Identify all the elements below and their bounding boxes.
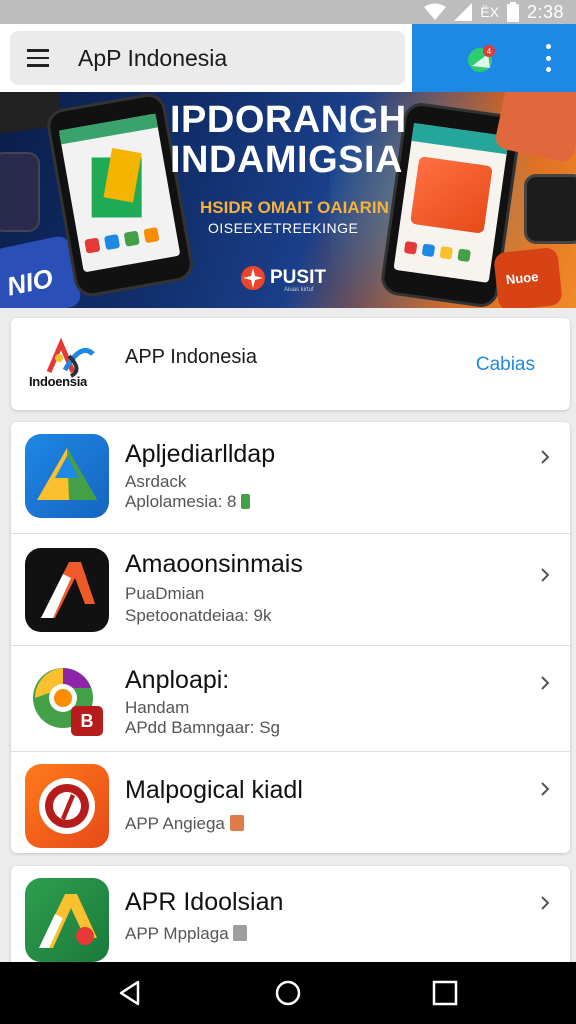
banner-subtitle: HSIDR OMAIT OAIARIN: [200, 198, 389, 217]
promo-banner[interactable]: NIO Nuoe IPDORANGH INDAMIGSIA HSIDR OMAI…: [0, 92, 576, 308]
app-title: APR Idoolsian: [125, 888, 284, 916]
chevron-right-icon: [541, 782, 550, 796]
list-item[interactable]: Apljediarlldap Asrdack Aplolamesia: 8: [11, 422, 570, 534]
app-indonesia-logo-icon: [46, 337, 95, 378]
system-nav-bar: [0, 962, 576, 1024]
title-bar[interactable]: ApP Indonesia: [10, 31, 405, 85]
shield-app-icon: [25, 764, 109, 848]
app-subtitle: Asrdack: [125, 472, 187, 491]
battery-icon: [506, 2, 519, 22]
app-meta: Aplolamesia: 8: [125, 492, 251, 512]
banner-tile-right-mid: [524, 174, 576, 244]
banner-title-line2: INDAMIGSIA: [170, 139, 403, 181]
app-list-secondary: APR Idoolsian APP Mpplaga: [11, 866, 570, 976]
home-icon[interactable]: [274, 979, 302, 1007]
green-a-app-icon: [25, 878, 109, 962]
app-meta: APdd Bamngaar: Sg: [125, 718, 280, 737]
brand-burst-icon: [241, 266, 265, 290]
wifi-icon: [424, 3, 447, 20]
app-subtitle: Handam: [125, 698, 190, 717]
app-title: Amaoonsinmais: [125, 550, 303, 578]
app-title: Anploapi:: [125, 666, 230, 694]
status-time: 2:38: [526, 1, 564, 22]
list-item[interactable]: Malpogical kiadl APP Angiega: [11, 752, 570, 853]
back-icon[interactable]: [116, 979, 144, 1007]
featured-action-button[interactable]: Cabias: [476, 354, 535, 376]
app-title: Apljediarlldap: [125, 440, 276, 468]
chevron-right-icon: [541, 450, 550, 464]
app-bar: ApP Indonesia 4: [0, 24, 576, 92]
app-subtitle: APP Angiega: [125, 814, 244, 834]
chevron-right-icon: [541, 676, 550, 690]
chrome-like-app-icon: B: [25, 658, 109, 742]
banner-brand-text: PUSIT: [270, 267, 326, 288]
svg-text:B: B: [81, 711, 94, 731]
banner-left-text: NIO: [4, 262, 56, 302]
banner-brand-sub: Aiuas kirtuf: [284, 287, 314, 293]
app-title: Malpogical kiadl: [125, 776, 303, 804]
banner-tile-right-bottom: Nuoe: [493, 246, 563, 308]
app-title: ApP Indonesia: [78, 44, 228, 71]
triangle-app-icon: [25, 434, 109, 518]
download-icon: [241, 494, 251, 509]
list-item[interactable]: Amaoonsinmais PuaDmian Spetoonatdeiaa: 9…: [11, 534, 570, 646]
bag-icon: [229, 815, 244, 831]
banner-tile-left-mid: [0, 152, 40, 232]
app-subtitle: APP Mpplaga: [125, 924, 248, 944]
banner-subtitle-2: OISEEXETREEKINGE: [208, 220, 359, 236]
featured-logo-text: Indoensia: [29, 374, 87, 389]
network-label: ЁX: [480, 4, 499, 20]
menu-icon[interactable]: [10, 31, 66, 85]
banner-phone-badge: Nuoe: [505, 268, 540, 288]
list-item[interactable]: B Anploapi: Handam APdd Bamngaar: Sg: [11, 646, 570, 752]
app-meta: Spetoonatdeiaa: 9k: [125, 606, 272, 625]
recents-icon[interactable]: [431, 979, 459, 1007]
signal-icon: [454, 3, 473, 21]
chevron-right-icon: [541, 896, 550, 910]
app-subtitle: PuaDmian: [125, 584, 205, 603]
more-vert-icon[interactable]: [544, 44, 552, 72]
banner-title-line1: IPDORANGH: [170, 99, 407, 141]
chevron-right-icon: [541, 568, 550, 582]
notification-app-icon[interactable]: 4: [466, 44, 496, 74]
status-bar: ЁX 2:38: [0, 0, 576, 24]
list-item[interactable]: APR Idoolsian APP Mpplaga: [11, 866, 570, 976]
banner-title: IPDORANGH INDAMIGSIA: [170, 100, 407, 180]
featured-app-name: APP Indonesia: [125, 346, 257, 368]
bag-icon: [233, 925, 248, 941]
featured-app-card[interactable]: Indoensia APP Indonesia Cabias: [11, 318, 570, 410]
action-area: 4: [412, 24, 576, 92]
notification-badge: 4: [487, 47, 492, 56]
app-list: Apljediarlldap Asrdack Aplolamesia: 8 Am…: [11, 422, 570, 853]
a-letter-app-icon: [25, 548, 109, 632]
